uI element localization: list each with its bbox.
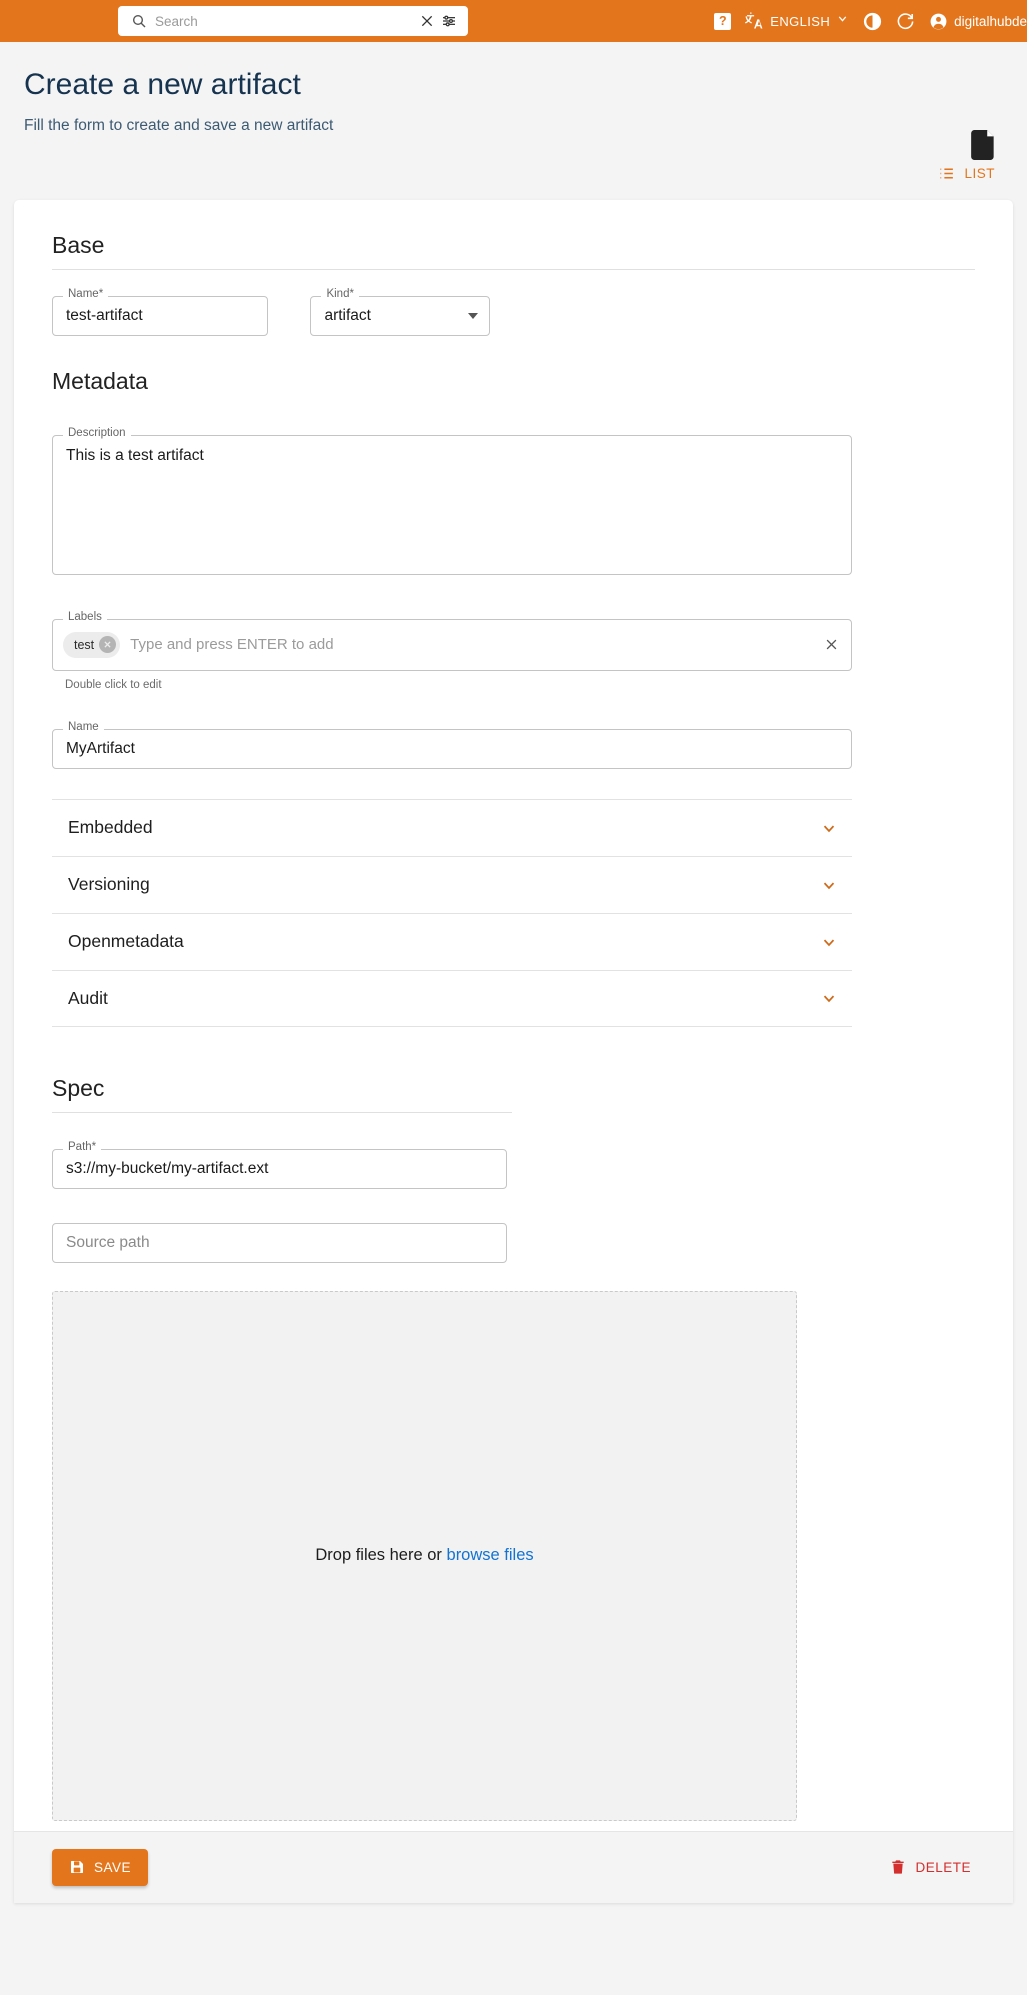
search-bar[interactable] <box>118 6 468 36</box>
browse-files-link[interactable]: browse files <box>447 1546 534 1564</box>
save-icon <box>69 1859 85 1875</box>
search-icon <box>129 11 149 31</box>
metadata-name-field[interactable]: Name MyArtifact <box>52 729 852 769</box>
labels-clear-icon[interactable] <box>821 635 841 655</box>
document-icon[interactable] <box>971 130 997 160</box>
path-field-value: s3://my-bucket/my-artifact.ext <box>53 1150 506 1188</box>
source-path-placeholder: Source path <box>53 1224 163 1262</box>
section-title-spec: Spec <box>52 1075 975 1102</box>
app-bar-actions: ? ENGLISH <box>714 0 1027 42</box>
labels-field-label: Labels <box>63 612 107 624</box>
list-button[interactable]: LIST <box>936 161 997 186</box>
name-field-value: test-artifact <box>53 297 267 335</box>
name-field[interactable]: Name* test-artifact <box>52 296 268 336</box>
section-title-base: Base <box>52 232 975 259</box>
save-button[interactable]: SAVE <box>52 1849 148 1886</box>
section-title-metadata: Metadata <box>52 368 975 395</box>
kind-select-label: Kind* <box>321 289 359 301</box>
labels-helper-text: Double click to edit <box>65 679 975 691</box>
refresh-icon[interactable] <box>896 12 915 31</box>
search-clear-icon[interactable] <box>417 11 437 31</box>
kind-select[interactable]: Kind* artifact <box>310 296 490 336</box>
label-chip-text: test <box>74 638 94 652</box>
dropzone-text: Drop files here or browse files <box>315 1546 533 1565</box>
help-button[interactable]: ? <box>714 13 731 30</box>
list-button-label: LIST <box>964 166 995 181</box>
artifact-form-card: Base Name* test-artifact Kind* artifact … <box>14 200 1013 1903</box>
trash-icon <box>890 1859 906 1875</box>
section-divider-spec <box>52 1112 512 1113</box>
language-label: ENGLISH <box>770 14 830 29</box>
chevron-down-icon <box>820 876 838 894</box>
delete-button[interactable]: DELETE <box>886 1853 975 1881</box>
metadata-accordions: Embedded Versioning Openmetadata <box>52 799 852 1027</box>
save-button-label: SAVE <box>94 1860 131 1875</box>
description-field-value: This is a test artifact <box>53 436 851 574</box>
accordion-audit[interactable]: Audit <box>52 970 852 1027</box>
label-chip[interactable]: test <box>63 632 120 658</box>
page-subtitle: Fill the form to create and save a new a… <box>24 117 1003 135</box>
user-menu[interactable]: digitalhubde <box>929 12 1027 31</box>
accordion-versioning[interactable]: Versioning <box>52 856 852 913</box>
labels-field[interactable]: Labels test <box>52 619 852 671</box>
description-field[interactable]: Description This is a test artifact <box>52 435 852 575</box>
account-circle-icon <box>929 12 948 31</box>
source-path-field[interactable]: Source path <box>52 1223 507 1263</box>
file-dropzone[interactable]: Drop files here or browse files <box>52 1291 797 1821</box>
user-name-label: digitalhubde <box>954 14 1027 29</box>
chevron-down-icon <box>820 989 838 1007</box>
accordion-embedded-label: Embedded <box>68 817 153 838</box>
path-field[interactable]: Path* s3://my-bucket/my-artifact.ext <box>52 1149 507 1189</box>
chevron-down-icon <box>820 819 838 837</box>
metadata-name-field-value: MyArtifact <box>53 730 851 768</box>
search-filter-icon[interactable] <box>439 11 459 31</box>
accordion-openmetadata-label: Openmetadata <box>68 931 184 952</box>
form-actions: SAVE DELETE <box>14 1831 1013 1903</box>
path-field-label: Path* <box>63 1142 101 1154</box>
section-divider-base <box>52 269 975 270</box>
chevron-down-icon <box>836 12 849 30</box>
labels-input[interactable] <box>128 635 813 654</box>
accordion-audit-label: Audit <box>68 988 108 1009</box>
translate-icon <box>745 12 764 31</box>
list-toolbar: LIST <box>0 135 1027 200</box>
language-selector[interactable]: ENGLISH <box>745 12 849 31</box>
accordion-openmetadata[interactable]: Openmetadata <box>52 913 852 970</box>
top-app-bar: ? ENGLISH <box>0 0 1027 42</box>
accordion-versioning-label: Versioning <box>68 874 150 895</box>
dropzone-prompt: Drop files here or <box>315 1546 442 1564</box>
dark-mode-icon[interactable] <box>863 12 882 31</box>
name-field-label: Name* <box>63 289 108 301</box>
chip-delete-icon[interactable] <box>99 636 116 653</box>
page-title: Create a new artifact <box>24 68 1003 103</box>
kind-select-value: artifact <box>311 297 489 335</box>
search-input[interactable] <box>149 14 415 29</box>
metadata-name-field-label: Name <box>63 722 104 734</box>
list-icon <box>938 165 955 182</box>
page-header: Create a new artifact Fill the form to c… <box>0 42 1027 135</box>
delete-button-label: DELETE <box>915 1860 971 1875</box>
accordion-embedded[interactable]: Embedded <box>52 799 852 856</box>
chevron-down-icon <box>820 933 838 951</box>
description-field-label: Description <box>63 428 131 440</box>
